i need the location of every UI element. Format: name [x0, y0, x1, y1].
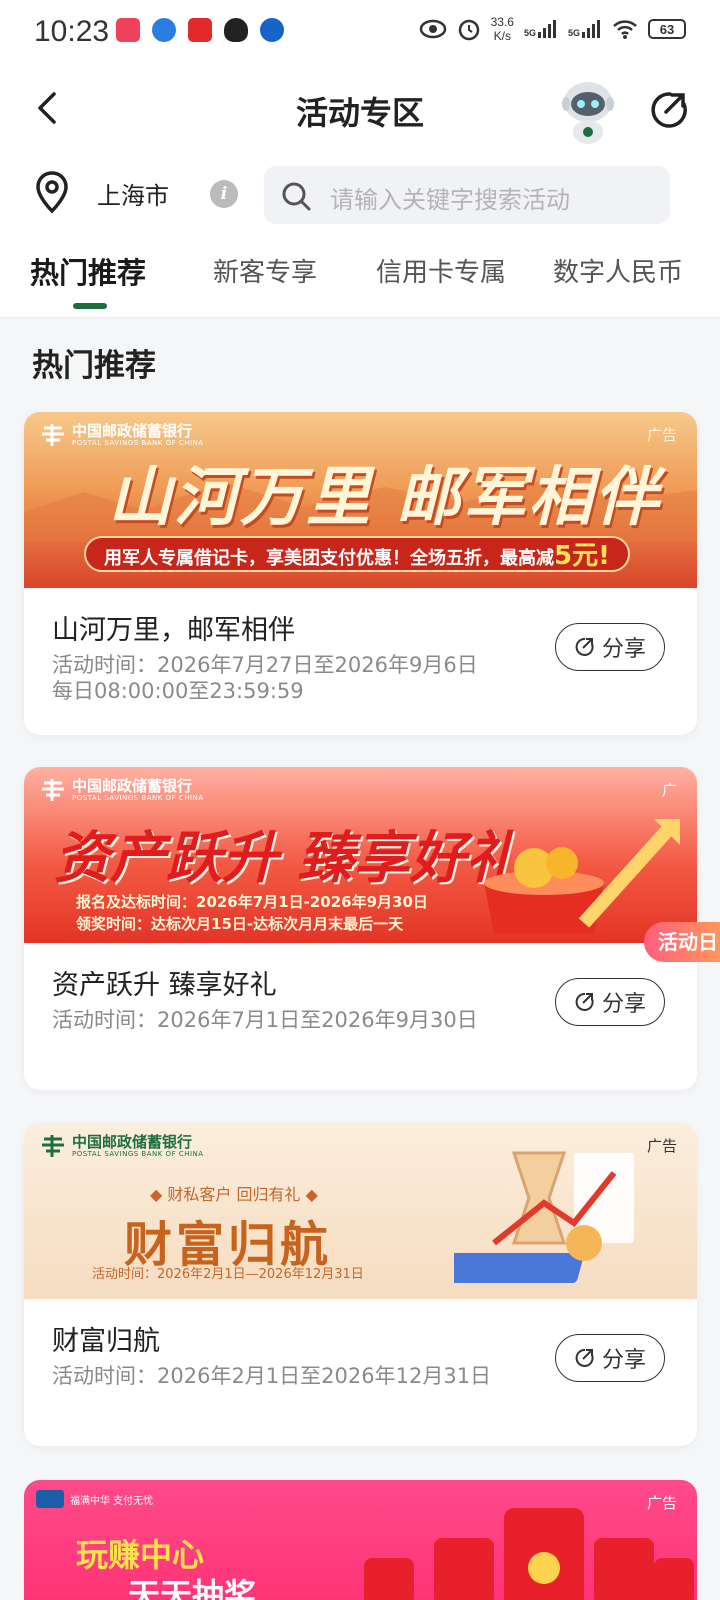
postal-bank-logo-icon: [42, 424, 64, 446]
bank-logo: 中国邮政储蓄银行 POSTAL SAVINGS BANK OF CHINA: [40, 1133, 204, 1159]
category-tabs: 热门推荐 新客专享 信用卡专属 数字人民币: [0, 252, 720, 312]
card-title: 财富归航: [52, 1326, 160, 1357]
share-button[interactable]: 分享: [555, 978, 665, 1026]
share-icon: [575, 992, 594, 1011]
banner-subtitle: ◆ 财私客户 回归有礼 ◆: [150, 1185, 318, 1204]
activity-card[interactable]: 中国邮政储蓄银行 POSTAL SAVINGS BANK OF CHINA 广 资…: [24, 767, 697, 1090]
promo-amount: 5元!: [554, 541, 610, 571]
card-time: 活动时间：2026年2月1日至2026年12月31日: [52, 1364, 492, 1388]
status-bar: 10:23 33.6 K/s 5G 5G 63: [0, 0, 720, 68]
signal-2-label: 5G: [567, 28, 580, 38]
banner-dates: 活动时间：2026年2月1日—2026年12月31日: [92, 1267, 364, 1282]
ad-label: 广: [661, 781, 677, 799]
signal-1: 5G: [524, 20, 558, 38]
qq-notification-icon: [224, 18, 248, 42]
activity-card[interactable]: 中国邮政储蓄银行 POSTAL SAVINGS BANK OF CHINA 广告 …: [24, 412, 697, 735]
tab-new-customer[interactable]: 新客专享: [213, 252, 317, 289]
gift-box-illustration: [484, 818, 680, 933]
card-time: 活动时间：2026年7月1日至2026年9月30日: [52, 1008, 478, 1032]
signal-bars-icon: [582, 20, 600, 38]
location-pin-icon[interactable]: [32, 170, 72, 214]
tab-digital-rmb[interactable]: 数字人民币: [553, 252, 683, 289]
network-speed: 33.6 K/s: [491, 15, 514, 43]
signal-bars-icon: [537, 20, 556, 38]
active-tab-indicator: [73, 303, 107, 309]
speed-unit: K/s: [493, 29, 511, 43]
banner-tagline: 福满中华 支付无忧: [70, 1496, 154, 1507]
search-input[interactable]: 请输入关键字搜索活动: [330, 180, 570, 215]
wifi-icon: [613, 20, 637, 39]
tab-hot[interactable]: 热门推荐: [30, 250, 146, 292]
speed-value: 33.6: [490, 15, 514, 29]
share-button[interactable]: 分享: [555, 1334, 665, 1382]
activity-banner[interactable]: 中国邮政储蓄银行 POSTAL SAVINGS BANK OF CHINA 广告 …: [24, 412, 697, 588]
share-icon: [575, 1348, 594, 1367]
activity-banner[interactable]: 中国邮政储蓄银行 POSTAL SAVINGS BANK OF CHINA 广告 …: [24, 1123, 697, 1299]
postal-bank-logo-icon: [42, 779, 64, 801]
activity-page: 10:23 33.6 K/s 5G 5G 63 活动专区 上海市 i 请输入关键…: [0, 0, 720, 1600]
hourglass-illustration: [454, 1151, 634, 1283]
banner-line: 领奖时间：达标次月15日-达标次月月末最后一天: [76, 915, 404, 933]
bank-logo: 中国邮政储蓄银行 POSTAL SAVINGS BANK OF CHINA: [40, 777, 204, 803]
card-title: 山河万里，邮军相伴: [52, 615, 295, 646]
search-icon: [282, 182, 311, 211]
section-title: 热门推荐: [32, 348, 156, 384]
floating-activity-button[interactable]: 活动日: [644, 922, 720, 962]
banner-promo-strip: 用军人专属借记卡，享美团支付优惠！全场五折，最高减5元!: [84, 536, 630, 572]
bank-name: 中国邮政储蓄银行: [72, 421, 193, 440]
app-notification-icon: [116, 18, 140, 42]
notification-icons: [116, 18, 284, 42]
signal-1-label: 5G: [523, 28, 536, 38]
share-label: 分享: [601, 637, 646, 662]
bank-name-en: POSTAL SAVINGS BANK OF CHINA: [72, 1149, 204, 1158]
city-selector[interactable]: 上海市: [97, 176, 169, 211]
card-title: 资产跃升 臻享好礼: [52, 970, 277, 1001]
eye-icon: [419, 19, 446, 39]
share-icon[interactable]: [648, 90, 688, 130]
bank-name-en: POSTAL SAVINGS BANK OF CHINA: [72, 793, 204, 802]
share-label: 分享: [601, 1348, 646, 1373]
bank-logo: 中国邮政储蓄银行 POSTAL SAVINGS BANK OF CHINA: [40, 422, 204, 448]
activity-banner[interactable]: 福满中华 支付无忧 广告 玩赚中心 天天抽奖: [24, 1480, 697, 1600]
promo-text: 用军人专属借记卡，享美团支付优惠！全场五折，最高减: [104, 548, 555, 569]
nav-bar: 活动专区: [0, 70, 720, 150]
status-right: 33.6 K/s 5G 5G 63: [419, 15, 686, 43]
search-box[interactable]: 请输入关键字搜索活动: [264, 166, 670, 224]
ad-label: 广告: [646, 426, 677, 444]
signal-2: 5G: [568, 20, 602, 38]
activity-card[interactable]: 中国邮政储蓄银行 POSTAL SAVINGS BANK OF CHINA 广告 …: [24, 1123, 697, 1446]
top-section: 10:23 33.6 K/s 5G 5G 63 活动专区 上海市 i 请输入关键…: [0, 0, 720, 318]
cloud-pay-notification-icon: [188, 18, 212, 42]
share-icon: [575, 637, 594, 656]
battery-indicator: 63: [648, 19, 686, 39]
share-button[interactable]: 分享: [555, 623, 665, 671]
red-envelopes-illustration: [364, 1508, 694, 1600]
bank-notification-icon: [260, 18, 284, 42]
status-time: 10:23: [34, 15, 110, 48]
unionpay-logo-icon: [36, 1490, 64, 1508]
postal-bank-logo-icon: [42, 1135, 64, 1157]
info-icon[interactable]: i: [210, 180, 238, 208]
share-label: 分享: [601, 992, 646, 1017]
bank-name: 中国邮政储蓄银行: [72, 776, 193, 795]
banner-headline: 资产跃升 臻享好礼: [54, 825, 522, 891]
tab-credit-card[interactable]: 信用卡专属: [376, 252, 506, 289]
shield-notification-icon: [152, 18, 176, 42]
assistant-robot-icon[interactable]: [556, 78, 620, 144]
banner-headline: 山河万里 邮军相伴: [108, 460, 661, 535]
banner-line: 报名及达标时间：2026年7月1日-2026年9月30日: [76, 893, 428, 911]
alarm-icon: [458, 19, 479, 41]
banner-headline-2: 天天抽奖: [128, 1576, 257, 1600]
bank-name: 中国邮政储蓄银行: [72, 1132, 193, 1151]
card-time: 活动时间：2026年7月27日至2026年9月6日 每日08:00:00至23:…: [52, 653, 478, 703]
activity-banner[interactable]: 中国邮政储蓄银行 POSTAL SAVINGS BANK OF CHINA 广 资…: [24, 767, 697, 943]
